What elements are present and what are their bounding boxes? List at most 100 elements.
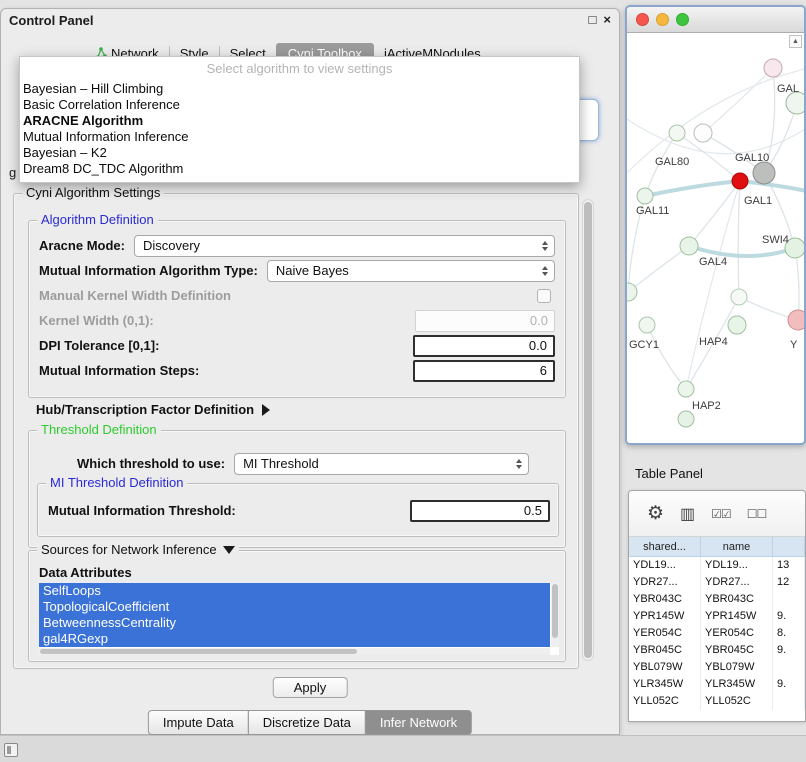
minimize-traffic-light-icon[interactable] [656, 13, 669, 26]
columns-icon[interactable]: ▥ [680, 504, 695, 524]
table-header-cell[interactable] [773, 537, 805, 556]
window-buttons: □ × [589, 12, 611, 27]
table-cell: YBL079W [629, 659, 701, 676]
network-node[interactable] [639, 317, 655, 333]
dropdown-item[interactable]: Bayesian – K2 [20, 145, 579, 161]
table-cell: YLR345W [629, 676, 701, 693]
network-edge [686, 181, 740, 389]
network-node[interactable] [731, 289, 747, 305]
dropdown-item[interactable]: Dream8 DC_TDC Algorithm [20, 161, 579, 177]
network-node[interactable] [788, 310, 804, 330]
table-cell: YLR345W [701, 676, 773, 693]
combo-stepper-icon [516, 459, 528, 469]
status-bar [0, 735, 806, 762]
table-header-cell[interactable]: name [701, 537, 773, 556]
tab-impute-data[interactable]: Impute Data [148, 710, 249, 735]
dropdown-item[interactable]: Mutual Information Inference [20, 129, 579, 145]
algorithm-definition-group: Algorithm Definition Aracne Mode: Discov… [28, 220, 566, 398]
dropdown-item[interactable]: ARACNE Algorithm [20, 113, 579, 129]
zoom-traffic-light-icon[interactable] [676, 13, 689, 26]
apply-button[interactable]: Apply [273, 677, 348, 698]
tab-infer-network[interactable]: Infer Network [365, 710, 472, 735]
table-row[interactable]: YLL052CYLL052C [629, 693, 805, 710]
tab-discretize-data[interactable]: Discretize Data [248, 710, 366, 735]
table-row[interactable]: YBR043CYBR043C [629, 591, 805, 608]
table-header-cell[interactable]: shared... [629, 537, 701, 556]
table-cell: 12 [773, 574, 805, 591]
network-window-titlebar[interactable] [627, 7, 804, 33]
select-all-rows-icon[interactable]: ☑☑ [711, 507, 731, 521]
deselect-rows-icon[interactable]: ☐☐ [747, 507, 767, 521]
dpi-tolerance-field[interactable] [413, 335, 555, 357]
close-traffic-light-icon[interactable] [636, 13, 649, 26]
mi-algorithm-type-label: Mutual Information Algorithm Type: [39, 263, 258, 278]
mi-steps-label: Mutual Information Steps: [39, 363, 199, 378]
node-label: Y [790, 339, 798, 351]
node-label: GAL11 [636, 205, 669, 217]
dropdown-item[interactable]: Bayesian – Hill Climbing [20, 81, 579, 97]
network-node[interactable] [732, 173, 748, 189]
obscured-label-fragment: g [9, 165, 16, 180]
table-row[interactable]: YLR345WYLR345W9. [629, 676, 805, 693]
dropdown-item[interactable]: Basic Correlation Inference [20, 97, 579, 113]
mi-threshold-field[interactable] [410, 500, 550, 522]
node-label: SWI4 [762, 234, 789, 246]
combo-stepper-icon [542, 266, 554, 276]
mi-steps-field[interactable] [413, 360, 555, 382]
network-edge [738, 181, 740, 297]
scrollbar-thumb[interactable] [584, 202, 592, 658]
which-threshold-select[interactable]: MI Threshold [234, 453, 529, 475]
network-node[interactable] [753, 162, 775, 184]
attribute-list-item[interactable]: SelfLoops [39, 583, 550, 599]
network-node[interactable] [786, 92, 804, 114]
network-node[interactable] [637, 188, 653, 204]
close-icon[interactable]: × [603, 12, 611, 27]
hub-section-toggle[interactable]: Hub/Transcription Factor Definition [36, 402, 270, 417]
table-cell: YLL052C [701, 693, 773, 710]
table-cell: 9. [773, 642, 805, 659]
network-node[interactable] [669, 125, 685, 141]
network-node[interactable] [694, 124, 712, 142]
table-row[interactable]: YDL19...YDL19...13 [629, 557, 805, 574]
table-cell: 8. [773, 625, 805, 642]
mi-algorithm-type-select[interactable]: Naive Bayes [267, 260, 555, 282]
sources-title-toggle[interactable]: Sources for Network Inference [37, 542, 239, 557]
network-node[interactable] [678, 381, 694, 397]
network-node[interactable] [764, 59, 782, 77]
attributes-vertical-scrollbar[interactable] [551, 583, 559, 647]
manual-kernel-width-checkbox[interactable] [537, 289, 551, 303]
control-panel-titlebar[interactable]: Control Panel □ × [1, 9, 619, 33]
float-window-icon[interactable]: □ [589, 12, 597, 27]
table-row[interactable]: YBR045CYBR045C9. [629, 642, 805, 659]
group-title: Cyni Algorithm Settings [22, 185, 164, 200]
network-node[interactable] [728, 316, 746, 334]
table-cell: YPR145W [701, 608, 773, 625]
network-canvas[interactable]: GALGAL80GAL10GAL1GAL11SWI4GAL4GCY1HAP4YH… [627, 33, 804, 443]
table-cell: YDL19... [701, 557, 773, 574]
attribute-list-item[interactable]: TopologicalCoefficient [39, 599, 550, 615]
table-row[interactable]: YER054CYER054C8. [629, 625, 805, 642]
table-cell: YLL052C [629, 693, 701, 710]
kernel-width-field[interactable] [415, 310, 555, 332]
network-node[interactable] [678, 411, 694, 427]
attribute-list-item[interactable]: BetweennessCentrality [39, 615, 550, 631]
table-cell: 9. [773, 608, 805, 625]
network-edge [689, 246, 795, 256]
attributes-horizontal-scrollbar[interactable] [39, 648, 550, 655]
network-graph[interactable]: GALGAL80GAL10GAL1GAL11SWI4GAL4GCY1HAP4YH… [627, 33, 804, 443]
panel-dock-icon[interactable] [4, 743, 18, 757]
algorithm-dropdown-popup: Select algorithm to view settings Bayesi… [19, 56, 580, 183]
table-row[interactable]: YDR27...YDR27...12 [629, 574, 805, 591]
table-row[interactable]: YBL079WYBL079W [629, 659, 805, 676]
dropdown-placeholder: Select algorithm to view settings [20, 57, 579, 81]
attribute-list-item[interactable]: gal4RGexp [39, 631, 550, 647]
network-node[interactable] [680, 237, 698, 255]
settings-scrollbar[interactable] [582, 199, 594, 661]
network-view-window: GALGAL80GAL10GAL1GAL11SWI4GAL4GCY1HAP4YH… [625, 5, 806, 445]
aracne-mode-select[interactable]: Discovery [134, 235, 555, 257]
data-attributes-list[interactable]: SelfLoopsTopologicalCoefficientBetweenne… [39, 583, 559, 655]
table-row[interactable]: YPR145WYPR145W9. [629, 608, 805, 625]
gear-icon[interactable]: ⚙ [647, 502, 664, 525]
table-cell [773, 659, 805, 676]
scroll-up-button[interactable]: ▲ [789, 35, 802, 48]
